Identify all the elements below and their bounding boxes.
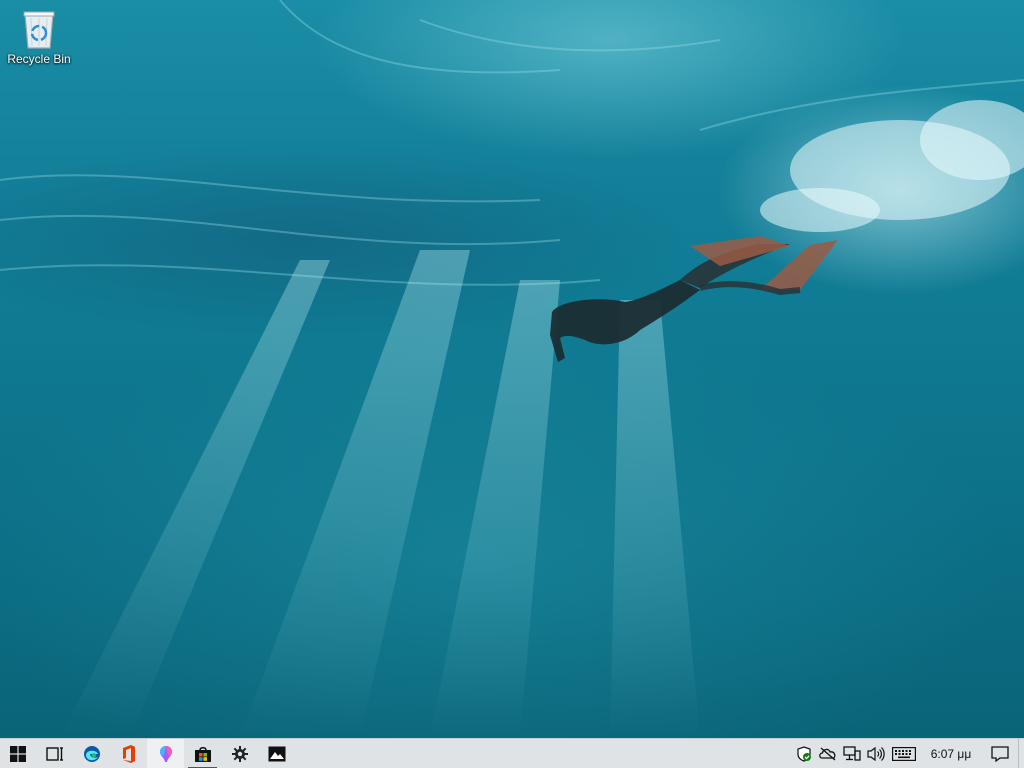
office-icon — [122, 745, 135, 763]
recycle-bin-icon — [23, 11, 55, 49]
windows-security-icon — [797, 746, 811, 762]
photos-icon — [268, 746, 285, 762]
onedrive-icon — [819, 747, 836, 761]
tray-onedrive[interactable] — [816, 739, 840, 768]
taskbar-clock[interactable]: 6:07 μμ — [920, 739, 982, 768]
taskbar-settings[interactable] — [221, 739, 258, 768]
desktop-icon-recycle-bin[interactable]: Recycle Bin — [4, 6, 74, 76]
taskbar-edge[interactable] — [73, 739, 110, 768]
taskbar: 6:07 μμ — [0, 738, 1024, 768]
diver-figure — [550, 236, 838, 362]
show-desktop-button[interactable] — [1018, 739, 1024, 768]
task-view-button[interactable] — [36, 739, 73, 768]
edge-icon — [83, 746, 100, 762]
action-center-button[interactable] — [982, 739, 1018, 768]
clock-time: 6:07 μμ — [930, 747, 972, 761]
desktop-icon-label: Recycle Bin — [7, 52, 71, 66]
touch-keyboard-icon — [892, 747, 916, 761]
action-center-icon — [991, 746, 1009, 762]
tray-touch-keyboard[interactable] — [888, 739, 920, 768]
task-view-icon — [45, 747, 63, 761]
taskbar-microsoft-store[interactable] — [184, 739, 221, 768]
taskbar-office[interactable] — [110, 739, 147, 768]
windows-logo-icon — [10, 746, 26, 762]
settings-gear-icon — [231, 746, 248, 762]
desktop-wallpaper — [0, 0, 1024, 738]
network-icon — [843, 746, 861, 761]
paint-3d-icon — [159, 746, 172, 762]
taskbar-paint-3d[interactable] — [147, 739, 184, 768]
wallpaper-art — [0, 0, 1024, 738]
tray-network[interactable] — [840, 739, 864, 768]
volume-icon — [867, 746, 885, 762]
system-tray: 6:07 μμ — [792, 739, 1024, 768]
taskbar-photos[interactable] — [258, 739, 295, 768]
start-button[interactable] — [0, 739, 36, 768]
tray-volume[interactable] — [864, 739, 888, 768]
microsoft-store-icon — [194, 746, 211, 762]
tray-windows-security[interactable] — [792, 739, 816, 768]
